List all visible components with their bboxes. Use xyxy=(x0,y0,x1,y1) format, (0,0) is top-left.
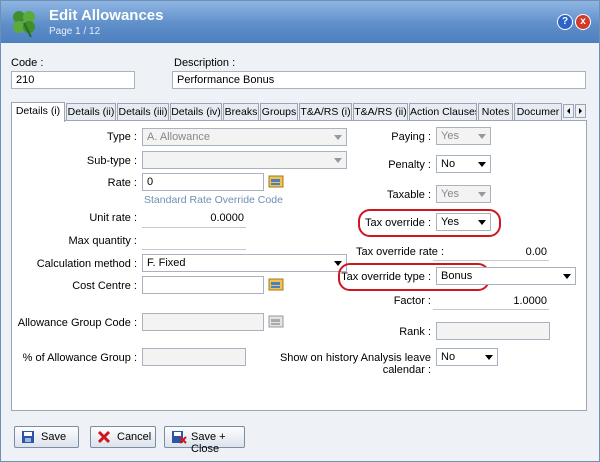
type-label: Type : xyxy=(107,131,137,143)
window-title: Edit Allowances xyxy=(49,7,164,24)
unit-rate-value[interactable]: 0.0000 xyxy=(142,212,244,224)
history-calendar-select[interactable]: No xyxy=(436,348,498,366)
code-label: Code : xyxy=(11,57,44,69)
subtype-label: Sub-type : xyxy=(86,155,137,167)
cancel-x-icon xyxy=(97,430,111,444)
standard-rate-override-link[interactable]: Standard Rate Override Code xyxy=(144,194,283,206)
cost-centre-lookup-icon[interactable] xyxy=(268,278,284,292)
max-quantity-label: Max quantity : xyxy=(68,235,137,247)
factor-label: Factor : xyxy=(393,295,431,307)
percent-allowance-group-field[interactable] xyxy=(142,348,246,366)
tab-action-clauses[interactable]: Action Clauses xyxy=(409,103,477,120)
tab-scroll-left-icon[interactable] xyxy=(563,104,574,118)
tab-details-iii[interactable]: Details (iii) xyxy=(117,103,169,120)
tax-override-rate-value[interactable]: 0.00 xyxy=(471,246,547,258)
help-icon[interactable]: ? xyxy=(557,14,573,30)
tab-notes[interactable]: Notes xyxy=(478,103,513,120)
close-icon[interactable]: x xyxy=(575,14,591,30)
edit-allowances-window: Edit Allowances Page 1 / 12 ? x Code : 2… xyxy=(0,0,600,462)
cancel-button-label: Cancel xyxy=(117,431,152,443)
tab-details-ii[interactable]: Details (ii) xyxy=(66,103,116,120)
max-quantity-underline xyxy=(142,249,246,250)
floppy-disk-icon xyxy=(22,431,34,443)
tab-ta-rs-i[interactable]: T&A/RS (i) xyxy=(299,103,352,120)
rank-field[interactable] xyxy=(436,322,550,340)
unit-rate-label: Unit rate : xyxy=(89,212,137,224)
paying-label: Paying : xyxy=(391,131,431,143)
history-calendar-label: Show on history Analysis leave calendar … xyxy=(279,352,431,376)
tax-override-rate-label: Tax override rate : xyxy=(356,246,445,258)
penalty-label: Penalty : xyxy=(388,159,431,171)
rate-lookup-icon[interactable] xyxy=(268,175,284,189)
tax-override-select[interactable]: Yes xyxy=(436,213,491,231)
tab-scroll-right-icon[interactable] xyxy=(575,104,586,118)
cost-centre-label: Cost Centre : xyxy=(72,280,137,292)
factor-underline xyxy=(433,309,549,310)
rate-field[interactable]: 0 xyxy=(142,173,264,191)
save-button[interactable]: Save xyxy=(14,426,79,448)
tab-breaks[interactable]: Breaks xyxy=(223,103,259,120)
taxable-select[interactable]: Yes xyxy=(436,185,491,203)
taxable-label: Taxable : xyxy=(386,189,431,201)
calculation-method-select[interactable]: F. Fixed xyxy=(142,254,347,272)
tab-documents[interactable]: Documer xyxy=(514,103,562,120)
description-field[interactable]: Performance Bonus xyxy=(172,71,586,89)
rate-label: Rate : xyxy=(107,177,137,189)
unit-rate-underline xyxy=(142,227,246,228)
save-close-button-label: Save + Close xyxy=(191,431,226,455)
tab-details-iv[interactable]: Details (iv) xyxy=(170,103,222,120)
cancel-button[interactable]: Cancel xyxy=(90,426,156,448)
save-button-label: Save xyxy=(41,431,67,443)
rank-label: Rank : xyxy=(399,326,431,338)
save-close-button[interactable]: Save + Close xyxy=(164,426,245,455)
code-field[interactable]: 210 xyxy=(11,71,135,89)
tax-override-label: Tax override : xyxy=(364,217,431,229)
tab-ta-rs-ii[interactable]: T&A/RS (ii) xyxy=(353,103,408,120)
tab-strip: Details (i) Details (ii) Details (iii) D… xyxy=(11,102,587,122)
tax-override-rate-underline xyxy=(433,260,549,261)
paying-select[interactable]: Yes xyxy=(436,127,491,145)
tab-groups[interactable]: Groups xyxy=(260,103,298,120)
tax-override-type-select[interactable]: Bonus xyxy=(436,267,576,285)
allowance-group-lookup-icon[interactable] xyxy=(268,315,284,329)
title-bar: Edit Allowances Page 1 / 12 ? x xyxy=(1,1,599,43)
subtype-select[interactable] xyxy=(142,151,347,169)
save-close-icon xyxy=(172,431,187,444)
calculation-method-label: Calculation method : xyxy=(36,258,137,270)
penalty-select[interactable]: No xyxy=(436,155,491,173)
clover-icon xyxy=(13,11,35,38)
tax-override-type-label: Tax override type : xyxy=(341,271,431,283)
factor-value[interactable]: 1.0000 xyxy=(471,295,547,307)
allowance-group-code-field[interactable] xyxy=(142,313,264,331)
cost-centre-field[interactable] xyxy=(142,276,264,294)
tab-details-i[interactable]: Details (i) xyxy=(11,102,65,122)
page-indicator: Page 1 / 12 xyxy=(49,26,101,37)
percent-allowance-group-label: % of Allowance Group : xyxy=(22,352,137,364)
allowance-group-code-label: Allowance Group Code : xyxy=(17,317,137,329)
type-select[interactable]: A. Allowance xyxy=(142,128,347,146)
description-label: Description : xyxy=(174,57,236,69)
